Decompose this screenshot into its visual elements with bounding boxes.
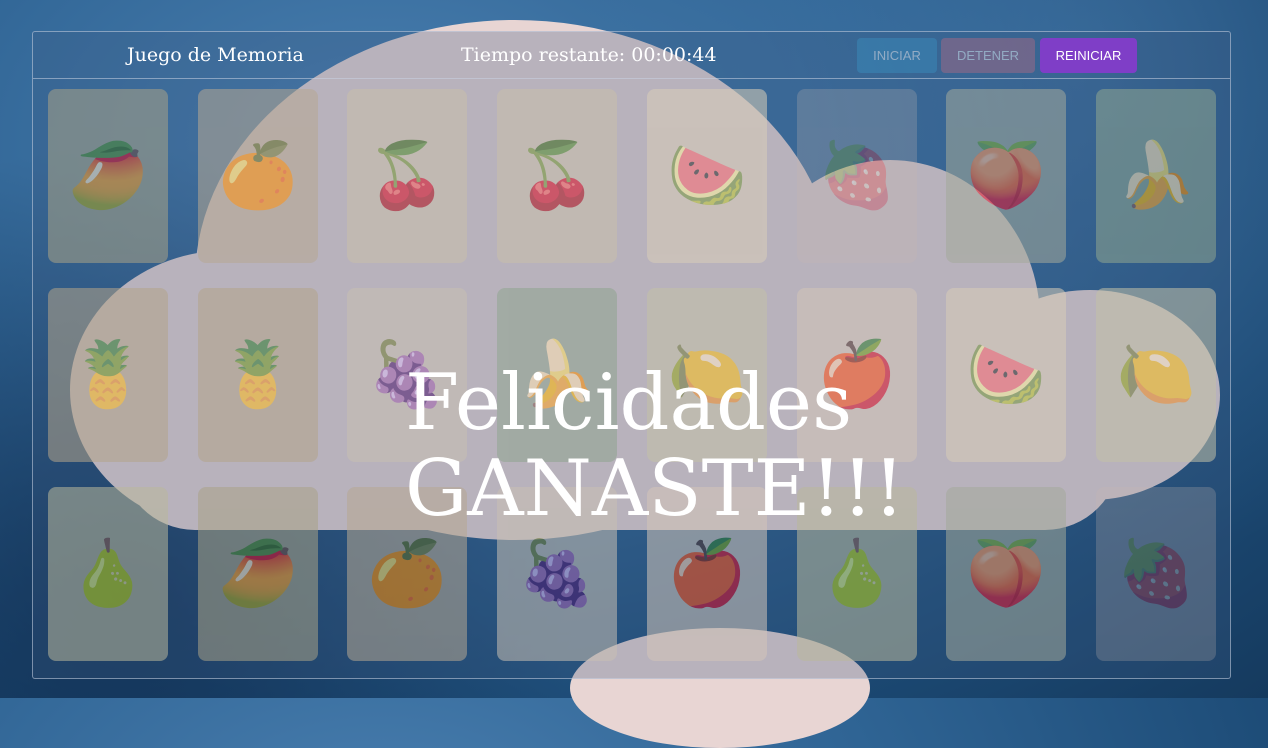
grape-icon: 🍇 [517,537,597,611]
orange-icon: 🍊 [367,537,447,611]
memory-card-peach[interactable]: 🍑 [946,487,1066,661]
memory-card-strawberry[interactable]: 🍓 [797,89,917,263]
game-panel: Juego de Memoria Tiempo restante: 00:00:… [32,31,1231,679]
strawberry-icon: 🍓 [817,139,897,213]
game-title: Juego de Memoria [127,44,304,66]
strawberry-icon: 🍓 [1116,537,1196,611]
memory-card-orange[interactable]: 🍊 [198,89,318,263]
watermelon-icon: 🍉 [966,338,1046,412]
memory-card-strawberry[interactable]: 🍓 [1096,487,1216,661]
start-button[interactable]: INICIAR [857,38,937,73]
pear-icon: 🍐 [68,537,148,611]
memory-card-cherry[interactable]: 🍒 [347,89,467,263]
banana-icon: 🍌 [1116,139,1196,213]
memory-card-mango[interactable]: 🥭 [48,89,168,263]
timer-display: Tiempo restante: 00:00:44 [461,44,717,66]
peach-icon: 🍑 [966,537,1046,611]
memory-card-banana[interactable]: 🍌 [1096,89,1216,263]
memory-card-cherry[interactable]: 🍒 [497,89,617,263]
mango-icon: 🥭 [68,139,148,213]
watermelon-icon: 🍉 [667,139,747,213]
memory-card-pineapple[interactable]: 🍍 [198,288,318,462]
mango-icon: 🥭 [218,537,298,611]
win-message: Felicidades GANASTE!!! [405,358,905,534]
memory-card-pineapple[interactable]: 🍍 [48,288,168,462]
orange-icon: 🍊 [218,139,298,213]
peach-icon: 🍑 [966,139,1046,213]
memory-card-watermelon[interactable]: 🍉 [946,288,1066,462]
lemon-icon: 🍋 [1116,338,1196,412]
reset-button[interactable]: REINICIAR [1040,38,1137,73]
memory-card-mango[interactable]: 🥭 [198,487,318,661]
memory-card-watermelon[interactable]: 🍉 [647,89,767,263]
memory-card-peach[interactable]: 🍑 [946,89,1066,263]
memory-card-pear[interactable]: 🍐 [48,487,168,661]
win-message-line-2: GANASTE!!! [405,444,905,534]
pineapple-icon: 🍍 [68,338,148,412]
pear-icon: 🍐 [817,537,897,611]
memory-card-lemon[interactable]: 🍋 [1096,288,1216,462]
cherry-icon: 🍒 [517,139,597,213]
apple-icon: 🍎 [667,537,747,611]
cherry-icon: 🍒 [367,139,447,213]
win-message-line-1: Felicidades [405,358,853,448]
pineapple-icon: 🍍 [218,338,298,412]
stop-button[interactable]: DETENER [941,38,1035,73]
header-bar: Juego de Memoria Tiempo restante: 00:00:… [33,32,1230,79]
